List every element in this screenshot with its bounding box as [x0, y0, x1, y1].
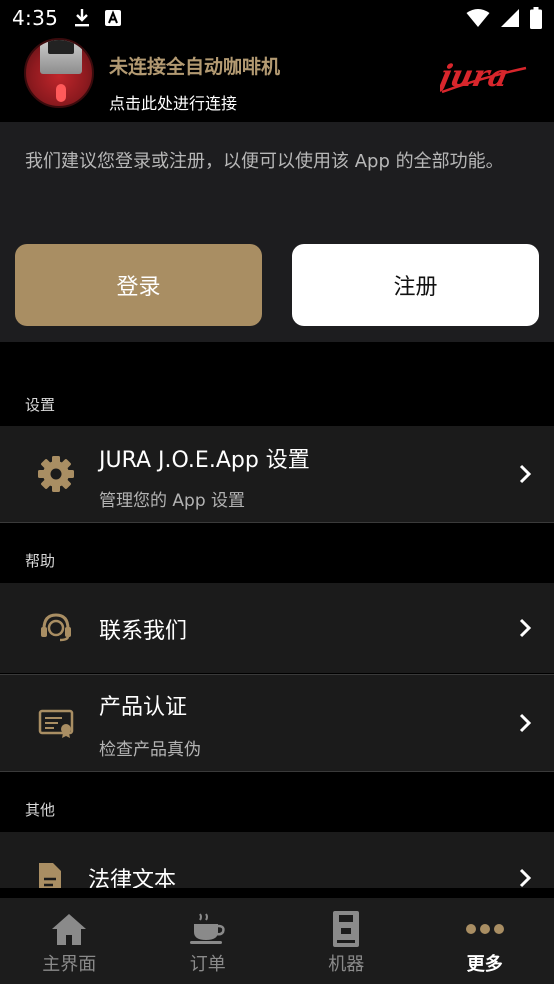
nav-label-more: 更多 — [466, 954, 503, 975]
list-item-contact-us[interactable]: 联系我们 — [0, 583, 554, 673]
headset-support-icon — [36, 607, 76, 647]
contact-us-title: 联系我们 — [99, 619, 188, 644]
connection-status-title: 未连接全自动咖啡机 — [109, 56, 281, 78]
coffee-machine-icon — [326, 910, 366, 948]
more-dots-icon — [465, 910, 505, 948]
list-item-legal-texts[interactable]: 法律文本 — [0, 832, 554, 888]
machine-connection-header[interactable]: 未连接全自动咖啡机 点击此处进行连接 jura — [0, 36, 554, 122]
signal-icon — [501, 9, 519, 27]
app-settings-subtitle: 管理您的 App 设置 — [99, 491, 246, 511]
chevron-right-icon — [519, 464, 532, 484]
legal-texts-title: 法律文本 — [88, 868, 177, 888]
divider — [0, 771, 554, 772]
chevron-right-icon — [519, 868, 532, 888]
nav-item-machine[interactable]: 机器 — [277, 898, 416, 984]
product-certification-subtitle: 检查产品真伪 — [99, 740, 201, 760]
jura-logo: jura — [440, 59, 527, 94]
list-item-app-settings[interactable]: JURA J.O.E.App 设置 管理您的 App 设置 — [0, 426, 554, 522]
wifi-icon — [466, 9, 490, 27]
coffee-cup-icon — [188, 910, 228, 948]
section-label-settings: 设置 — [25, 396, 56, 414]
machine-body — [40, 40, 82, 74]
register-button[interactable]: 注册 — [292, 244, 539, 326]
login-card: 我们建议您登录或注册，以便可以使用该 App 的全部功能。 登录 注册 — [0, 122, 554, 342]
coffee-machine-avatar — [24, 38, 94, 108]
section-label-other: 其他 — [25, 801, 56, 819]
nav-item-orders[interactable]: 订单 — [139, 898, 278, 984]
chevron-right-icon — [519, 713, 532, 733]
certificate-icon — [36, 703, 76, 743]
chevron-right-icon — [519, 618, 532, 638]
login-button[interactable]: 登录 — [15, 244, 262, 326]
connect-prompt[interactable]: 点击此处进行连接 — [109, 90, 237, 114]
list-item-product-certification[interactable]: 产品认证 检查产品真伪 — [0, 675, 554, 771]
nav-item-more[interactable]: 更多 — [416, 898, 554, 984]
download-icon — [75, 9, 90, 27]
bottom-navigation: 主界面 订单 机器 更多 — [0, 898, 554, 984]
product-certification-title: 产品认证 — [99, 695, 188, 720]
divider — [0, 522, 554, 523]
nav-item-home[interactable]: 主界面 — [0, 898, 139, 984]
document-icon — [30, 858, 70, 888]
gear-icon — [36, 454, 76, 494]
status-bar: 4:35 — [0, 0, 554, 36]
status-time: 4:35 — [12, 6, 59, 30]
section-label-help: 帮助 — [25, 552, 56, 570]
app-settings-title: JURA J.O.E.App 设置 — [99, 448, 310, 473]
a-notification-icon — [105, 10, 122, 26]
nav-label-machine: 机器 — [328, 954, 365, 975]
home-icon — [49, 910, 89, 948]
login-message: 我们建议您登录或注册，以便可以使用该 App 的全部功能。 — [25, 151, 504, 172]
nav-label-orders: 订单 — [189, 954, 226, 975]
nav-label-home: 主界面 — [42, 954, 97, 975]
battery-icon — [530, 7, 542, 29]
